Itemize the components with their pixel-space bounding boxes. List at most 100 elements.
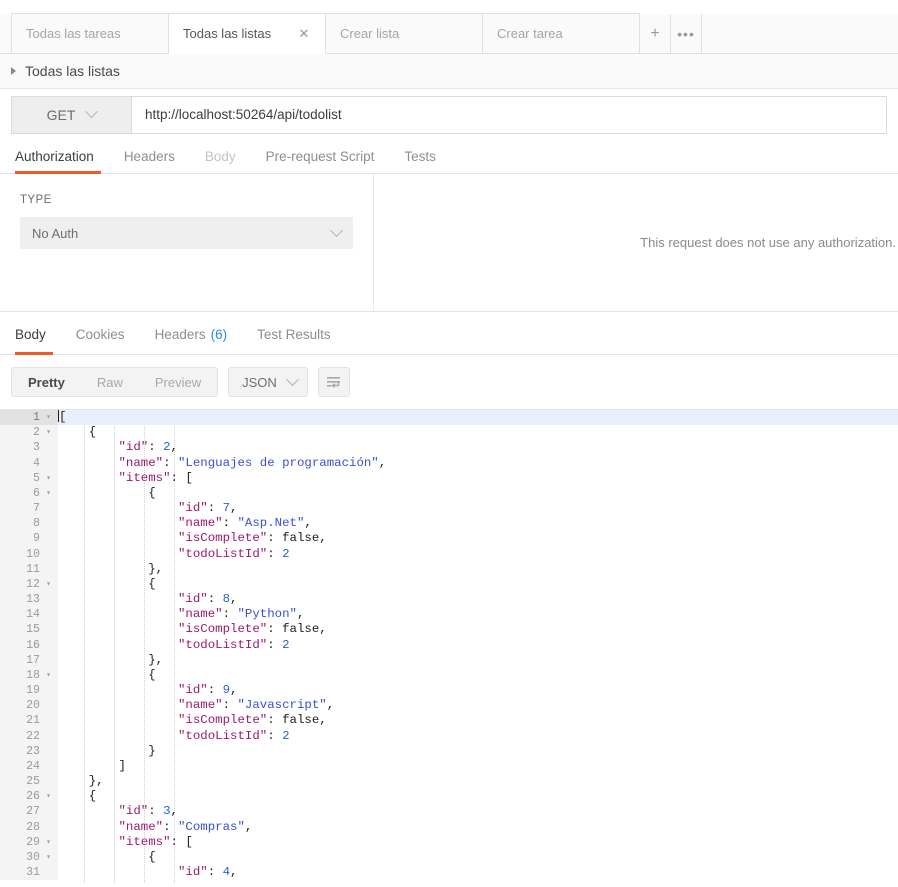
code-line-content: ]	[59, 758, 126, 773]
authorization-type-column: TYPE No Auth	[0, 174, 374, 311]
chevron-right-icon[interactable]	[11, 67, 16, 75]
line-number: 29	[26, 835, 40, 849]
response-tab-label: Cookies	[75, 326, 125, 342]
code-line-content: "id": 2,	[59, 440, 178, 455]
workspace-tab-label: Todas las tareas	[26, 26, 121, 41]
line-number: 1	[33, 411, 40, 424]
code-line: 5 ▾ "items": [	[0, 470, 898, 486]
response-tab-headers[interactable]: Headers (6)	[140, 314, 243, 354]
tab-options-button[interactable]: •••	[670, 13, 702, 53]
wrap-lines-icon	[327, 376, 341, 388]
new-tab-button[interactable]: +	[639, 13, 671, 53]
response-body-viewer[interactable]: 1▾[2▾ {3▾ "id": 2,4▾ "name": "Lenguajes …	[0, 409, 898, 883]
response-tab-label: Body	[15, 326, 46, 342]
chevron-down-icon	[85, 105, 99, 119]
authorization-message: This request does not use any authorizat…	[640, 235, 896, 250]
line-number-gutter: 2 ▾	[0, 425, 58, 441]
request-section-tabs: Authorization Headers Body Pre-request Scri…	[0, 140, 898, 174]
fold-arrow-icon[interactable]: ▾	[44, 486, 53, 501]
http-method-label: GET	[46, 106, 76, 123]
code-line-content: "name": "Lenguajes de programación",	[59, 455, 387, 470]
auth-type-value: No Auth	[32, 225, 79, 241]
request-tab-headers[interactable]: Headers	[109, 140, 190, 173]
code-line: 18 ▾ {	[0, 667, 898, 684]
line-number: 22	[26, 729, 40, 743]
response-tab-cookies[interactable]: Cookies	[61, 314, 140, 354]
code-line-content: "name": "Python",	[59, 607, 305, 622]
workspace-tab-label: Todas las listas	[183, 26, 272, 41]
code-line: 20▾ "name": "Javascript",	[0, 698, 898, 714]
code-line: 13▾ "id": 8,	[0, 592, 898, 608]
line-number: 13	[26, 593, 40, 607]
code-line-content: [	[58, 410, 67, 424]
fold-arrow-icon[interactable]: ▾	[44, 835, 53, 850]
code-line-content: },	[59, 652, 164, 667]
line-number: 31	[26, 866, 40, 880]
line-number: 18	[26, 668, 40, 682]
fold-arrow-icon[interactable]: ▾	[44, 789, 53, 804]
line-number: 21	[26, 714, 40, 728]
line-number-gutter: 5 ▾	[0, 470, 58, 486]
fold-arrow-icon[interactable]: ▾	[44, 668, 53, 683]
code-line: 24▾ ]	[0, 758, 898, 775]
code-line: 29 ▾ "items": [	[0, 834, 898, 850]
line-number-gutter: 23▾	[0, 743, 58, 759]
code-line: 8▾ "name": "Asp.Net",	[0, 516, 898, 532]
view-mode-raw[interactable]: Raw	[81, 368, 139, 396]
response-tab-body[interactable]: Body	[11, 314, 61, 355]
code-line: 7▾ "id": 7,	[0, 501, 898, 517]
request-url-input[interactable]	[132, 96, 886, 133]
request-tab-body[interactable]: Body	[190, 140, 251, 173]
fold-arrow-icon[interactable]: ▾	[44, 410, 53, 425]
line-number-gutter: 19▾	[0, 683, 58, 699]
code-line-content: {	[59, 425, 97, 440]
code-line: 12 ▾ {	[0, 576, 898, 593]
request-tab-authorization[interactable]: Authorization	[11, 140, 109, 174]
line-number: 15	[26, 623, 40, 637]
line-number: 26	[26, 790, 40, 804]
workspace-tab-bar: Todas las tareas Todas las listas ✕ Crear l…	[0, 0, 898, 54]
code-line: 25▾ },	[0, 774, 898, 790]
fold-arrow-icon[interactable]: ▾	[44, 471, 53, 486]
workspace-tab-4[interactable]: Crear tarea	[482, 13, 640, 53]
code-line: 30 ▾ {	[0, 849, 898, 866]
close-icon[interactable]: ✕	[297, 27, 311, 41]
response-format-label: JSON	[242, 374, 277, 390]
response-format-selector[interactable]: JSON	[228, 367, 308, 397]
response-tab-count: (6)	[210, 326, 228, 342]
code-line-content: "id": 8,	[59, 592, 238, 607]
line-number-gutter: 25▾	[0, 774, 58, 790]
code-line: 31▾ "id": 4,	[0, 865, 898, 881]
line-number: 28	[26, 820, 40, 834]
line-number-gutter: 30 ▾	[0, 849, 58, 866]
workspace-tab-label: Crear tarea	[497, 26, 563, 41]
request-tab-tests[interactable]: Tests	[389, 140, 451, 173]
code-line: 15▾ "isComplete": false,	[0, 622, 898, 638]
line-number-gutter: 31▾	[0, 865, 58, 881]
view-mode-preview[interactable]: Preview	[139, 368, 217, 396]
fold-arrow-icon[interactable]: ▾	[44, 850, 53, 865]
code-line: 26 ▾ {	[0, 789, 898, 805]
line-number: 20	[26, 699, 40, 713]
workspace-tab-1[interactable]: Todas las tareas	[11, 13, 169, 53]
workspace-tab-3[interactable]: Crear lista	[325, 13, 483, 53]
fold-arrow-icon[interactable]: ▾	[44, 425, 53, 440]
response-toolbar: Pretty Raw Preview JSON	[0, 355, 898, 409]
ellipsis-icon: •••	[677, 25, 695, 42]
fold-arrow-icon[interactable]: ▾	[44, 577, 53, 592]
line-number: 8	[33, 517, 40, 531]
response-tab-test-results[interactable]: Test Results	[242, 314, 346, 354]
code-line-content: "name": "Javascript",	[59, 698, 335, 713]
request-tab-pre-request-script[interactable]: Pre-request Script	[251, 140, 390, 173]
line-number-gutter: 12 ▾	[0, 576, 58, 593]
workspace-tab-2[interactable]: Todas las listas ✕	[168, 13, 326, 54]
breadcrumb[interactable]: Todas las listas	[0, 54, 898, 89]
chevron-down-icon	[330, 223, 343, 237]
workspace-tab-label: Crear lista	[340, 26, 400, 41]
http-method-selector[interactable]: GET	[12, 96, 132, 133]
line-number-gutter: 9▾	[0, 531, 58, 547]
line-number: 3	[33, 441, 40, 455]
view-mode-pretty[interactable]: Pretty	[12, 368, 81, 396]
auth-type-select[interactable]: No Auth	[20, 217, 353, 249]
wrap-lines-button[interactable]	[317, 367, 350, 397]
